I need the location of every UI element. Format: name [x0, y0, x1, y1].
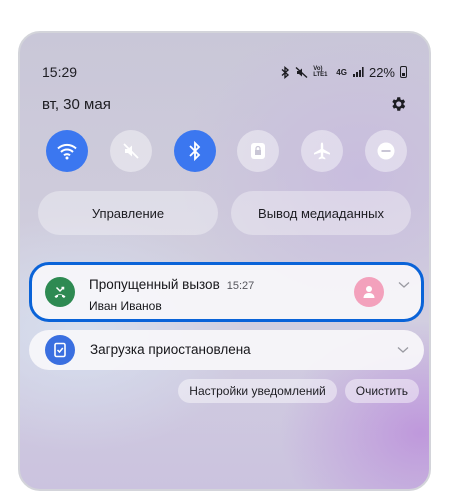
bluetooth-icon	[281, 65, 290, 79]
do-not-disturb-toggle[interactable]	[364, 130, 407, 172]
chevron-down-icon[interactable]	[397, 346, 409, 354]
mute-icon	[295, 66, 308, 78]
status-time: 15:29	[42, 64, 78, 80]
do-not-disturb-icon	[377, 142, 395, 160]
wifi-icon	[57, 143, 77, 160]
bluetooth-toggle[interactable]	[173, 130, 216, 172]
quick-toggles	[46, 130, 407, 172]
missed-call-icon	[54, 286, 66, 298]
gear-icon[interactable]	[389, 95, 407, 113]
avatar	[354, 277, 384, 307]
date-label: вт, 30 мая	[42, 95, 111, 113]
clear-button[interactable]: Очистить	[344, 379, 419, 403]
notification-subtitle: Иван Иванов	[89, 299, 162, 313]
battery-icon	[400, 66, 407, 78]
notification-actions: Настройки уведомлений Очистить	[178, 379, 419, 403]
download-paused-icon	[54, 342, 66, 358]
volte-icon: Vo) LTE1	[313, 66, 328, 78]
4g-icon: 4G	[336, 67, 347, 77]
notification-time: 15:27	[226, 280, 255, 292]
download-app-icon	[45, 335, 75, 365]
battery-percent: 22%	[368, 64, 395, 80]
bluetooth-icon	[188, 140, 200, 162]
status-bar: 15:29 Vo) LTE1 4G 22%	[42, 63, 407, 81]
notification-title: Пропущенный вызов	[89, 277, 220, 292]
notification-title-line: Пропущенный вызов 15:27	[89, 277, 254, 292]
notification-settings-button[interactable]: Настройки уведомлений	[178, 379, 337, 403]
sound-toggle[interactable]	[109, 130, 152, 172]
control-button[interactable]: Управление	[38, 191, 218, 235]
person-icon	[363, 286, 375, 298]
status-icons: Vo) LTE1 4G 22%	[281, 65, 407, 80]
chevron-down-icon[interactable]	[398, 281, 410, 289]
notification-title: Загрузка приостановлена	[90, 342, 251, 357]
date-row: вт, 30 мая	[42, 93, 407, 115]
rotation-lock-icon	[251, 143, 266, 159]
download-paused-notification[interactable]: Загрузка приостановлена	[29, 330, 424, 370]
rotation-lock-toggle[interactable]	[237, 130, 280, 172]
airplane-icon	[314, 142, 331, 160]
phone-app-icon	[45, 277, 75, 307]
mute-icon	[123, 143, 139, 159]
panel-buttons: Управление Вывод медиаданных	[38, 191, 411, 235]
media-output-button[interactable]: Вывод медиаданных	[231, 191, 411, 235]
wifi-toggle[interactable]	[46, 130, 88, 172]
airplane-toggle[interactable]	[301, 130, 344, 172]
notification-panel: 15:29 Vo) LTE1 4G 22% вт, 30 мая Управле…	[18, 31, 431, 491]
signal-icon	[352, 67, 364, 77]
missed-call-notification[interactable]: Пропущенный вызов 15:27 Иван Иванов	[29, 262, 424, 322]
